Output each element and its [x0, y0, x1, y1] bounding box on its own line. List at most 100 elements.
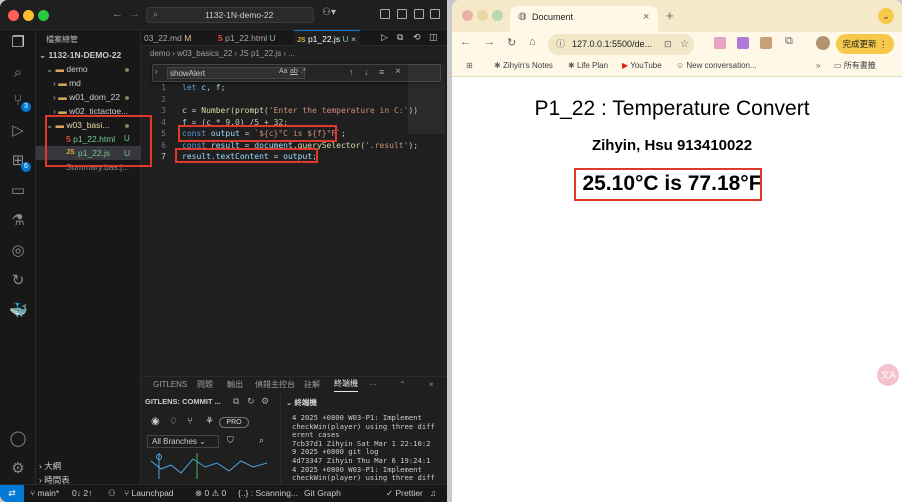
tab-search-icon[interactable]: ⌄ — [878, 8, 894, 24]
split-editor-icon[interactable]: ◫ — [429, 32, 438, 43]
back-arrow-icon[interactable]: ← — [112, 8, 123, 20]
match-case-toggle[interactable]: Aa — [279, 68, 288, 75]
git-graph-status[interactable]: Git Graph — [304, 485, 341, 502]
prettier-status[interactable]: ✓ Prettier — [386, 485, 423, 502]
extension-icon[interactable] — [714, 37, 726, 49]
previous-match-icon[interactable]: ↑ — [349, 67, 354, 77]
forward-arrow-icon[interactable]: → — [484, 36, 495, 48]
copilot-icon[interactable]: ⚇▾ — [322, 7, 336, 18]
github-icon[interactable]: ◉ — [151, 416, 160, 427]
outline-section[interactable]: › 大綱 — [39, 459, 144, 473]
project-root-folder[interactable]: ⌄ 1132-1N-DEMO-22 — [39, 48, 144, 62]
remote-indicator-icon[interactable]: ⇄ — [0, 485, 24, 502]
forward-arrow-icon[interactable]: → — [129, 8, 140, 20]
chevron-right-icon[interactable]: › — [155, 67, 158, 76]
tab-p1-22-js[interactable]: JS p1_22.js U × — [294, 30, 360, 46]
bookmark-star-icon[interactable]: ☆ — [680, 34, 689, 55]
tab-03-22-md[interactable]: 03_22.md M — [141, 30, 214, 46]
tab-output[interactable]: 輸出 — [227, 377, 243, 393]
breadcrumb-item[interactable]: w03_basics_22 — [177, 49, 232, 58]
tab-comments[interactable]: 註解 — [304, 377, 320, 393]
filter-icon[interactable]: ⛉ — [227, 435, 234, 446]
close-panel-icon[interactable]: × — [429, 377, 434, 393]
minimize-window-button[interactable] — [23, 10, 34, 21]
explorer-icon[interactable]: ❐ — [9, 34, 27, 52]
terminal[interactable]: ⌄ 終端機 4 2025 +0800 W03-P1: Implement che… — [282, 393, 447, 485]
bookmark-new-conversation[interactable]: ☺ New conversation... — [676, 56, 757, 76]
refresh-icon[interactable]: ↻ — [247, 396, 255, 407]
tab-gitlens[interactable]: GITLENS — [153, 377, 187, 393]
gear-icon[interactable]: ⚙ — [261, 396, 269, 407]
search-icon[interactable]: ⌕ — [259, 435, 264, 446]
extension-icon[interactable] — [760, 37, 772, 49]
back-arrow-icon[interactable]: ← — [460, 36, 471, 48]
remote-explorer-icon[interactable]: ▭ — [9, 182, 27, 200]
tree-item-demo[interactable]: ⌄ ▬ demo — [46, 62, 151, 76]
open-graph-icon[interactable]: ⧉ — [233, 396, 239, 407]
tab-terminal[interactable]: 終端機 — [334, 377, 358, 392]
bookmark-youtube[interactable]: ▶ YouTube — [622, 56, 662, 76]
settings-gear-icon[interactable]: ⚙ — [9, 460, 27, 478]
problems-status[interactable]: ⊗ 0 ⚠ 0 — [195, 485, 226, 502]
toggle-secondary-sidebar-icon[interactable] — [414, 9, 424, 19]
all-bookmarks-folder[interactable]: ▭ 所有書籤 — [834, 56, 876, 76]
whole-word-toggle[interactable]: ab — [290, 68, 298, 75]
bookmarks-overflow-icon[interactable]: » — [816, 56, 820, 76]
command-center-search[interactable]: ⌕ 1132-1N-demo-22 — [146, 7, 314, 23]
bookmark-life-plan[interactable]: ✱ Life Plan — [568, 56, 608, 76]
live-share-icon[interactable]: ↻ — [9, 272, 27, 290]
docker-icon[interactable]: 🐳 — [9, 302, 28, 320]
browser-tab-document[interactable]: ◍ Document × — [510, 6, 658, 32]
extensions-puzzle-icon[interactable]: ⧉ — [785, 35, 793, 48]
more-icon[interactable]: ··· — [369, 377, 377, 393]
translate-icon[interactable]: ⊡ — [664, 34, 672, 55]
close-window-button[interactable] — [8, 10, 19, 21]
minimize-window-button[interactable] — [477, 10, 488, 21]
lightbulb-icon[interactable]: ♢ — [169, 416, 178, 427]
branch-icon[interactable]: ⑂ — [187, 416, 193, 427]
translate-floating-button[interactable]: 文A — [877, 364, 899, 386]
search-icon[interactable]: ⌕ — [9, 64, 27, 82]
reload-icon[interactable]: ↻ — [507, 36, 516, 49]
zoom-window-button[interactable] — [492, 10, 503, 21]
regex-toggle[interactable]: .* — [301, 68, 306, 75]
breadcrumb-item[interactable]: JS p1_22.js — [239, 49, 281, 58]
close-tab-icon[interactable]: × — [643, 6, 649, 28]
run-debug-icon[interactable]: ▷ — [9, 122, 27, 140]
minimap[interactable] — [408, 64, 445, 134]
compare-icon[interactable]: ⧉ — [397, 32, 403, 43]
next-match-icon[interactable]: ↓ — [364, 67, 369, 77]
gitlens-history-icon[interactable]: ⟲ — [413, 32, 421, 43]
address-bar[interactable]: ⓘ 127.0.0.1:5500/de... ⊡ ☆ — [548, 34, 694, 55]
branch-status[interactable]: ⑂ main* — [30, 485, 59, 502]
tab-p1-22-html[interactable]: 5 p1_22.html U — [215, 30, 293, 46]
profile-avatar[interactable] — [816, 36, 830, 50]
breadcrumb-item[interactable]: demo — [150, 49, 170, 58]
toggle-panel-icon[interactable] — [397, 9, 407, 19]
update-button[interactable]: 完成更新 ⋮ — [836, 34, 894, 54]
tab-problems[interactable]: 問題 — [197, 377, 213, 393]
launchpad-status[interactable]: ⑂ Launchpad — [124, 485, 174, 502]
account-icon[interactable]: ◯ — [9, 430, 27, 448]
close-window-button[interactable] — [462, 10, 473, 21]
home-icon[interactable]: ⌂ — [529, 36, 536, 48]
customize-layout-icon[interactable] — [430, 9, 440, 19]
new-tab-icon[interactable]: + — [666, 8, 674, 23]
branches-select[interactable]: All Branches ⌄ — [147, 435, 219, 448]
graph-icon[interactable]: ⚘ — [205, 416, 214, 427]
gitlens-icon[interactable]: ◎ — [9, 242, 27, 260]
zoom-window-button[interactable] — [38, 10, 49, 21]
notifications-bell-icon[interactable]: ♫ — [430, 485, 436, 502]
close-icon[interactable]: × — [395, 66, 401, 77]
maximize-panel-icon[interactable]: ⌃ — [399, 377, 406, 393]
pro-badge[interactable]: PRO — [219, 417, 249, 428]
run-icon[interactable]: ▷ — [381, 32, 388, 43]
testing-icon[interactable]: ⚗ — [9, 212, 27, 230]
apps-grid-icon[interactable]: ⊞ — [466, 56, 473, 76]
tab-debug-console[interactable]: 偵錯主控台 — [255, 377, 295, 393]
sync-status[interactable]: 0↓ 2↑ — [72, 485, 92, 502]
toggle-sidebar-icon[interactable] — [380, 9, 390, 19]
breadcrumb-item[interactable]: ... — [288, 49, 295, 58]
site-info-icon[interactable]: ⓘ — [556, 34, 565, 55]
bookmark-zihyins-notes[interactable]: ✱ Zihyin's Notes — [494, 56, 553, 76]
